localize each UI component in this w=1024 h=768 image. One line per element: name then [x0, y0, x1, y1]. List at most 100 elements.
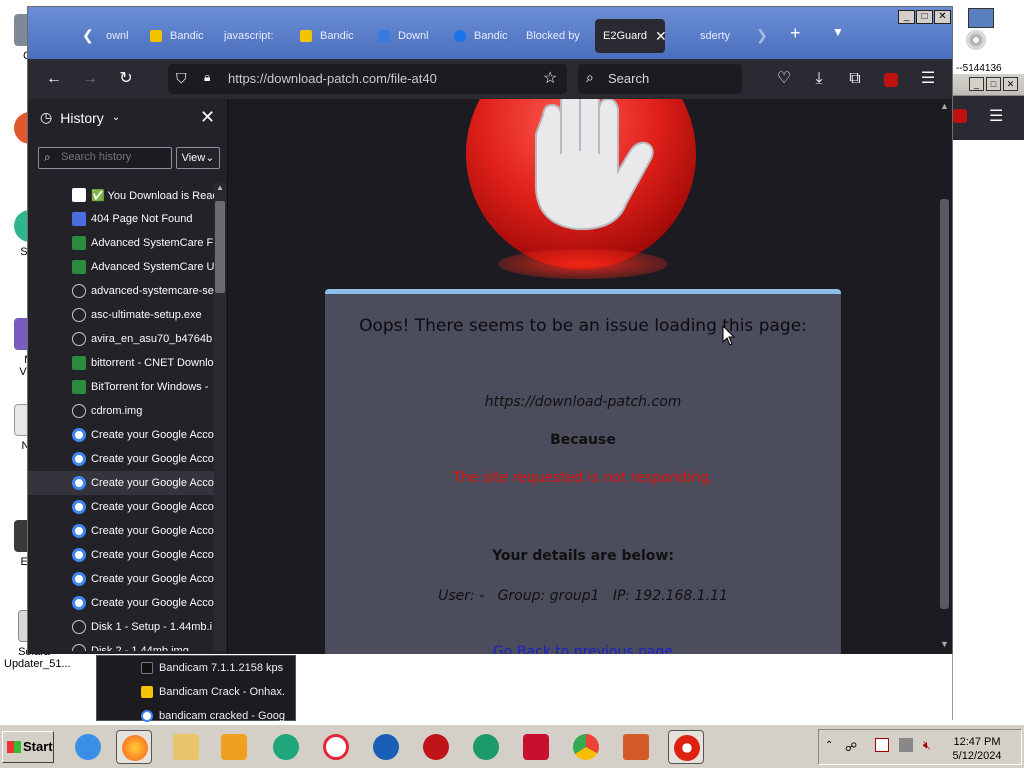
installer-icon[interactable]	[962, 8, 998, 54]
c-icon[interactable]	[368, 730, 404, 764]
hand-icon[interactable]	[668, 730, 704, 764]
maximize-button[interactable]: □	[986, 77, 1001, 91]
secondary-history-window: Bandicam 7.1.1.2158 kps Bandicam Crack -…	[96, 655, 296, 722]
history-item[interactable]: Disk 2 - 1.44mb.img	[28, 639, 214, 651]
history-item[interactable]: Create your Google Acco	[28, 423, 214, 447]
tab-label: Bandic	[320, 30, 354, 42]
history-item[interactable]: ✅ You Download is Read	[28, 183, 214, 207]
history-item[interactable]: 404 Page Not Found	[28, 207, 214, 231]
history-item[interactable]: Create your Google Acco	[28, 543, 214, 567]
books-icon[interactable]	[618, 730, 654, 764]
history-item[interactable]: Create your Google Acco	[28, 519, 214, 543]
history-item[interactable]: Advanced SystemCare Fr	[28, 231, 214, 255]
history-item[interactable]: Create your Google Acco	[28, 447, 214, 471]
chevron-down-icon: ⌄	[111, 112, 121, 123]
background-window[interactable]: _ □ ✕ ☰	[952, 74, 1024, 720]
opera-icon[interactable]	[318, 730, 354, 764]
shield-icon[interactable]	[468, 730, 504, 764]
sidebar-header[interactable]: ◷ History ⌄	[40, 109, 120, 126]
tab[interactable]: Bandic	[300, 19, 370, 53]
taskbar: Start ⌃ ☍ 🔇︎ 12:47 PM 5/12/2024	[0, 724, 1024, 768]
history-item[interactable]: bittorrent - CNET Downlo	[28, 351, 214, 375]
tab[interactable]: Blocked by	[526, 19, 594, 53]
bug-icon[interactable]	[418, 730, 454, 764]
record-icon[interactable]	[518, 730, 554, 764]
menu-icon[interactable]: ☰	[989, 106, 1003, 126]
media-icon[interactable]	[216, 730, 252, 764]
list-item[interactable]: Bandicam 7.1.1.2158 kps	[97, 656, 295, 680]
history-item[interactable]: Create your Google Acco	[28, 495, 214, 519]
chevron-up-icon[interactable]: ⌃	[825, 740, 833, 751]
history-item[interactable]: Create your Google Acco	[28, 591, 214, 615]
scroll-up-icon[interactable]: ▲	[940, 101, 949, 111]
security-alert-icon[interactable]	[875, 738, 889, 752]
back-icon[interactable]: ←	[42, 67, 66, 91]
search-history-input[interactable]	[61, 151, 167, 163]
tab-list-chevron-icon[interactable]: ▼	[832, 25, 844, 39]
tab[interactable]: javascript:	[224, 19, 292, 53]
start-button[interactable]: Start	[2, 731, 54, 763]
menu-icon[interactable]: ☰	[916, 67, 940, 91]
scrollbar-thumb[interactable]	[940, 199, 949, 609]
forward-icon[interactable]: →	[78, 67, 102, 91]
new-tab-icon[interactable]: +	[790, 23, 801, 44]
bandicam-icon	[454, 30, 466, 42]
extensions-icon[interactable]: ⧉	[843, 67, 867, 91]
tab[interactable]: Bandic	[454, 19, 518, 53]
firefox-icon[interactable]	[116, 730, 152, 764]
go-back-link[interactable]: Go Back to previous page	[325, 644, 841, 654]
list-item[interactable]: Bandicam Crack - Onhax.	[97, 680, 295, 704]
bookmark-star-icon[interactable]: ☆	[543, 68, 557, 88]
view-dropdown[interactable]: View⌄	[176, 147, 220, 169]
ball-icon[interactable]	[268, 730, 304, 764]
scrollbar-thumb[interactable]	[215, 201, 225, 293]
history-item[interactable]: cdrom.img	[28, 399, 214, 423]
close-tab-icon[interactable]: ✕	[655, 28, 665, 45]
close-icon[interactable]: ✕	[200, 107, 215, 128]
history-item-label: Disk 2 - 1.44mb.img	[91, 645, 189, 651]
scroll-tabs-left-icon[interactable]: ❮	[82, 27, 94, 44]
minimize-button[interactable]: _	[969, 77, 984, 91]
downloads-icon[interactable]: ⤓	[807, 67, 831, 91]
maximize-button[interactable]: □	[916, 10, 933, 24]
close-button[interactable]: ✕	[1003, 77, 1018, 91]
clock[interactable]: 12:47 PM 5/12/2024	[947, 735, 1007, 763]
history-item[interactable]: avira_en_asu70_b4764b	[28, 327, 214, 351]
tab-active[interactable]: E2Guard ✕	[595, 19, 665, 53]
volume-muted-icon[interactable]: 🔇︎	[923, 738, 931, 753]
history-item[interactable]: Create your Google Acco	[28, 567, 214, 591]
search-bar[interactable]: ⌕ Search	[578, 64, 742, 94]
page-scrollbar[interactable]: ▲ ▼	[937, 99, 952, 654]
history-item[interactable]: BitTorrent for Windows -	[28, 375, 214, 399]
close-button[interactable]: ✕	[934, 10, 951, 24]
history-item-label: BitTorrent for Windows -	[91, 381, 209, 393]
history-item[interactable]: Disk 1 - Setup - 1.44mb.i	[28, 615, 214, 639]
tab[interactable]: Bandic	[150, 19, 220, 53]
history-item-label: Disk 1 - Setup - 1.44mb.i	[91, 621, 213, 633]
reload-icon[interactable]: ↻	[114, 67, 138, 91]
sidebar-scrollbar[interactable]: ▲	[214, 183, 226, 651]
scroll-down-icon[interactable]: ▼	[940, 639, 949, 649]
user-details: User: - Group: group1 IP: 192.168.1.11	[438, 588, 728, 604]
history-item[interactable]: Advanced SystemCare Ul	[28, 255, 214, 279]
folder-icon[interactable]	[168, 730, 204, 764]
scroll-tabs-right-icon[interactable]: ❯	[756, 27, 768, 44]
minimize-button[interactable]: _	[898, 10, 915, 24]
url-bar[interactable]: ⛉ 🔒︎ https://download-patch.com/file-at4…	[168, 64, 567, 94]
lock-icon[interactable]: 🔒︎	[204, 70, 210, 85]
network-icon[interactable]: ☍	[845, 740, 857, 754]
google-icon	[72, 500, 86, 514]
scroll-up-icon[interactable]: ▲	[216, 183, 224, 192]
tab[interactable]: sderty	[700, 19, 740, 53]
history-item[interactable]: advanced-systemcare-se	[28, 279, 214, 303]
tab[interactable]: Downl	[378, 19, 444, 53]
pocket-icon[interactable]: ♡	[772, 67, 796, 91]
ublock-icon[interactable]	[884, 73, 898, 87]
history-item[interactable]: asc-ultimate-setup.exe	[28, 303, 214, 327]
tray-app-icon[interactable]	[899, 738, 913, 752]
ie-icon[interactable]	[70, 730, 106, 764]
ublock-icon[interactable]	[953, 109, 967, 123]
shield-icon[interactable]: ⛉	[176, 70, 187, 87]
history-item[interactable]: Create your Google Acco	[28, 471, 214, 495]
chrome-icon[interactable]	[568, 730, 604, 764]
